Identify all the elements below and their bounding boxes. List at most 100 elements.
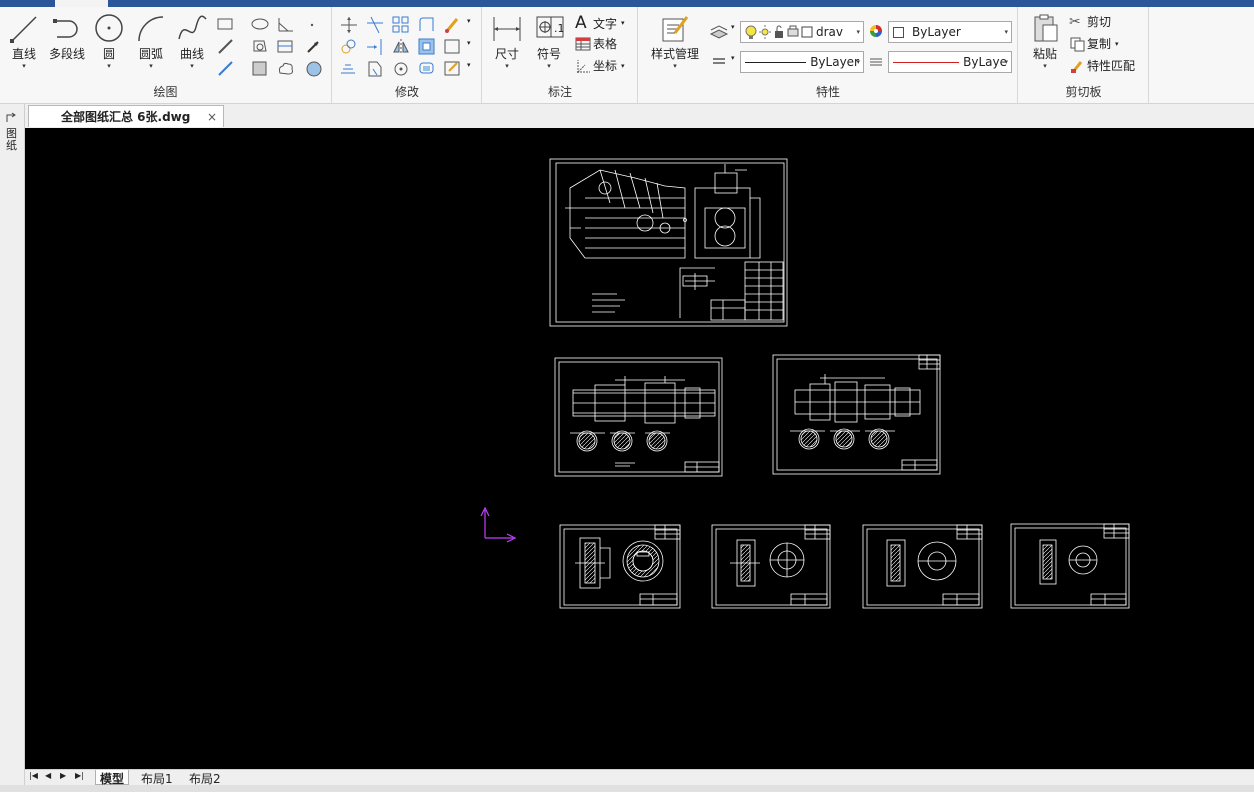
tab-layout1[interactable]: 布局1 bbox=[137, 770, 177, 786]
curve-button[interactable]: 曲线 ▾ bbox=[174, 13, 210, 70]
draw-group: 直线 ▾ 多段线 圆 ▾ 圆弧 ▾ 曲线 ▾ 绘图 bbox=[0, 7, 332, 104]
line-button[interactable]: 直线 ▾ bbox=[6, 13, 42, 70]
table-draw-icon[interactable] bbox=[276, 37, 296, 55]
drawing-sheet-gear-3[interactable] bbox=[862, 524, 983, 609]
fillet-icon[interactable] bbox=[417, 15, 437, 33]
match-properties-button[interactable]: 特性匹配 bbox=[1069, 57, 1135, 74]
symbol-button[interactable]: .1 符号 ▾ bbox=[531, 13, 567, 70]
dimension-button[interactable]: 尺寸 ▾ bbox=[489, 13, 525, 70]
properties-group: 样式管理 ▾ ▾ ▾ drav ▾ ByLayer ▾ ByLayer ▾ By… bbox=[639, 7, 1018, 104]
drawing-sheet-shaft-a[interactable] bbox=[554, 357, 723, 477]
color-combo[interactable]: ByLayer ▾ bbox=[888, 21, 1012, 43]
layer-combo[interactable]: drav ▾ bbox=[740, 21, 864, 43]
arc-button[interactable]: 圆弧 ▾ bbox=[133, 13, 169, 70]
circle-icon bbox=[93, 13, 125, 43]
lineweight-tools-dropdown[interactable]: ▾ bbox=[731, 54, 735, 62]
tab-layout2[interactable]: 布局2 bbox=[185, 770, 225, 786]
ellipse-icon[interactable] bbox=[250, 15, 270, 33]
model-space bbox=[480, 158, 1130, 609]
construction-line-icon[interactable] bbox=[216, 37, 236, 55]
lineweight-list-icon[interactable] bbox=[709, 52, 729, 70]
offset-icon[interactable] bbox=[417, 37, 437, 55]
boundary-icon[interactable] bbox=[250, 59, 270, 77]
revcloud-icon[interactable] bbox=[276, 59, 296, 77]
tab-model[interactable]: 模型 bbox=[95, 770, 130, 786]
close-icon[interactable]: × bbox=[207, 110, 217, 124]
layer-state-icons bbox=[745, 24, 813, 40]
brush-icon[interactable] bbox=[443, 15, 463, 33]
copy-icon bbox=[1070, 37, 1085, 51]
copy-button[interactable]: 复制 ▾ bbox=[1069, 35, 1119, 52]
line-icon bbox=[8, 13, 40, 43]
paste-button[interactable]: 粘贴 ▾ bbox=[1025, 13, 1065, 70]
drawing-sheet-assembly[interactable] bbox=[549, 158, 788, 327]
ucs-icon bbox=[480, 506, 517, 543]
style-manager-button[interactable]: 样式管理 ▾ bbox=[643, 13, 707, 70]
drawing-sheet-gear-2[interactable] bbox=[711, 524, 831, 609]
active-ribbon-tab[interactable] bbox=[55, 0, 108, 7]
edit-properties-icon[interactable] bbox=[443, 59, 463, 77]
lineweight-combo[interactable]: ByLaye ▾ bbox=[888, 51, 1012, 73]
match-properties-icon bbox=[1071, 60, 1083, 73]
ray-icon[interactable] bbox=[304, 37, 324, 55]
dimension-icon bbox=[491, 13, 523, 43]
cut-button[interactable]: ✂ 剪切 bbox=[1069, 13, 1111, 30]
modify-dropdown-3[interactable]: ▾ bbox=[467, 61, 471, 69]
modify-dropdown-1[interactable]: ▾ bbox=[467, 17, 471, 25]
ribbon: 直线 ▾ 多段线 圆 ▾ 圆弧 ▾ 曲线 ▾ 绘图 ▾ ▾ ▾ 修改 尺寸 ▾ … bbox=[0, 7, 1254, 104]
color-wheel-icon[interactable] bbox=[868, 23, 888, 41]
side-panel: 图纸 bbox=[0, 104, 25, 792]
move-icon[interactable] bbox=[339, 15, 359, 33]
trim-icon[interactable] bbox=[365, 15, 385, 33]
array-icon[interactable] bbox=[391, 15, 411, 33]
panel-pin-icon[interactable] bbox=[5, 112, 19, 124]
title-bar bbox=[0, 0, 1254, 7]
extend-icon[interactable] bbox=[365, 37, 385, 55]
scissors-icon: ✂ bbox=[1069, 13, 1081, 30]
linetype-combo[interactable]: ByLayer ▾ bbox=[740, 51, 864, 73]
scale-icon[interactable] bbox=[365, 59, 385, 77]
annotate-group: 尺寸 ▾ .1 符号 ▾ A 文字 ▾ 表格 坐标 ▾ 标注 bbox=[483, 7, 638, 104]
paste-icon bbox=[1029, 13, 1061, 43]
document-tab[interactable]: 全部图纸汇总 6张.dwg × bbox=[28, 105, 224, 127]
last-layout-icon[interactable]: ▶| bbox=[75, 771, 84, 780]
explode-icon[interactable] bbox=[417, 59, 437, 77]
modify-group: ▾ ▾ ▾ 修改 bbox=[333, 7, 482, 104]
next-layout-icon[interactable]: ▶ bbox=[60, 771, 66, 780]
stretch-icon[interactable] bbox=[339, 59, 359, 77]
text-icon: A bbox=[575, 13, 587, 33]
table-button[interactable]: 表格 bbox=[575, 35, 617, 52]
circle-button[interactable]: 圆 ▾ bbox=[92, 13, 126, 70]
xline-icon[interactable] bbox=[216, 59, 236, 77]
chamfer-icon[interactable] bbox=[443, 37, 463, 55]
text-button[interactable]: A 文字 ▾ bbox=[575, 13, 625, 33]
drawing-sheet-gear-1[interactable] bbox=[559, 524, 681, 609]
polyline-icon bbox=[51, 13, 83, 43]
hatch-angle-icon[interactable] bbox=[276, 15, 296, 33]
mirror-icon[interactable] bbox=[391, 37, 411, 55]
document-tab-title: 全部图纸汇总 6张.dwg bbox=[61, 110, 191, 124]
layer-properties-icon[interactable] bbox=[709, 22, 729, 40]
polyline-button[interactable]: 多段线 bbox=[44, 13, 90, 62]
clipboard-group: 粘贴 ▾ ✂ 剪切 复制 ▾ 特性匹配 剪切板 bbox=[1019, 7, 1149, 104]
arc-icon bbox=[135, 13, 167, 43]
layout-tab-bar: |◀ ◀ ▶ ▶| 模型 布局1 布局2 bbox=[25, 769, 1254, 786]
drawing-sheet-shaft-b[interactable] bbox=[772, 354, 941, 475]
lineweight-icon[interactable] bbox=[868, 54, 888, 72]
point-icon[interactable] bbox=[304, 15, 324, 33]
layer-tools-dropdown[interactable]: ▾ bbox=[731, 23, 735, 31]
drawing-canvas[interactable] bbox=[25, 128, 1254, 769]
rotate-icon[interactable] bbox=[391, 59, 411, 77]
wipeout-icon[interactable] bbox=[304, 59, 324, 77]
drawing-sheet-gear-4[interactable] bbox=[1010, 523, 1130, 609]
copy-modify-icon[interactable] bbox=[339, 37, 359, 55]
coordinate-button[interactable]: 坐标 ▾ bbox=[575, 57, 625, 74]
first-layout-icon[interactable]: |◀ bbox=[29, 771, 38, 780]
drawings-panel-label[interactable]: 图纸 bbox=[6, 128, 18, 152]
rectangle-icon[interactable] bbox=[216, 15, 236, 33]
region-icon[interactable] bbox=[250, 37, 270, 55]
linetype-preview bbox=[745, 61, 807, 63]
modify-dropdown-2[interactable]: ▾ bbox=[467, 39, 471, 47]
prev-layout-icon[interactable]: ◀ bbox=[45, 771, 51, 780]
status-strip bbox=[0, 785, 1254, 792]
